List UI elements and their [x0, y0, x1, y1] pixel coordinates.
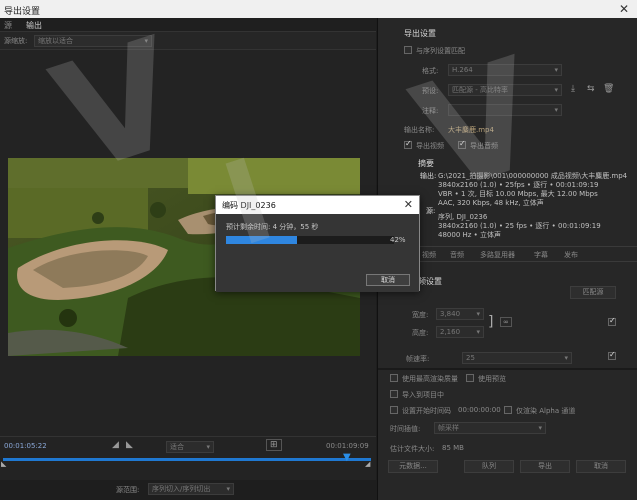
export-button[interactable]: 导出 [520, 460, 570, 473]
summary-source-label: 源: [426, 207, 436, 215]
window-titlebar: 导出设置 ✕ [0, 0, 637, 18]
tab-audio[interactable]: 音频 [450, 250, 464, 260]
progress-percent: 42% [390, 236, 406, 244]
width-match-checkbox[interactable] [608, 316, 616, 326]
tab-output[interactable]: 输出 [26, 20, 42, 31]
use-preview-checkbox[interactable] [466, 374, 474, 382]
max-render-label: 使用最高渲染质量 [402, 375, 458, 383]
export-video-checkbox[interactable] [404, 139, 412, 149]
tab-source[interactable]: 源 [4, 20, 12, 31]
max-render-checkbox[interactable] [390, 374, 398, 382]
filesize-label: 估计文件大小: [390, 445, 435, 453]
width-label: 宽度: [412, 311, 429, 319]
tab-captions[interactable]: 字幕 [534, 250, 548, 260]
set-start-timecode-label: 设置开始时间码 [402, 407, 451, 415]
start-timecode-value[interactable]: 00:00:00:00 [458, 406, 501, 414]
framerate-dropdown[interactable]: 25 [462, 352, 572, 364]
set-start-timecode-checkbox[interactable] [390, 406, 398, 414]
aspect-icon[interactable]: ⊞ [266, 439, 282, 451]
height-input[interactable]: 2,160 [436, 326, 484, 338]
timeline-controls: 00:01:05:22 ◢ ◣ 适合 ⊞ 00:01:09:09 [0, 436, 376, 456]
height-label: 高度: [412, 329, 429, 337]
framerate-label: 帧速率: [406, 355, 430, 363]
out-marker-icon[interactable]: ◢ [365, 460, 370, 468]
metadata-button[interactable]: 元数据... [388, 460, 438, 473]
dialog-close-icon[interactable]: ✕ [404, 198, 413, 211]
render-alpha-checkbox[interactable] [504, 406, 512, 414]
window-title: 导出设置 [4, 7, 41, 17]
in-marker-icon[interactable]: ◣ [1, 460, 6, 468]
timecode-current: 00:01:05:22 [4, 442, 47, 450]
playhead-icon[interactable]: ▼ [343, 452, 351, 463]
import-project-checkbox[interactable] [390, 390, 398, 398]
timecode-end: 00:01:09:09 [326, 442, 369, 450]
window-close-icon[interactable]: ✕ [619, 2, 629, 16]
source-range-dropdown[interactable]: 序列切入/序列切出 [148, 483, 234, 495]
source-range-row: 源范围: 序列切入/序列切出 [0, 480, 376, 500]
import-preset-icon[interactable]: ⇆ [587, 84, 595, 94]
queue-button[interactable]: 队列 [464, 460, 514, 473]
match-sequence-checkbox[interactable] [404, 46, 412, 54]
cancel-button[interactable]: 取消 [576, 460, 626, 473]
framerate-match-checkbox[interactable] [608, 350, 616, 360]
link-bracket-icon: ] [488, 314, 494, 330]
tab-publish[interactable]: 发布 [564, 250, 578, 260]
chain-link-icon[interactable]: ∞ [500, 317, 512, 327]
source-range-label: 源范围: [116, 486, 140, 494]
source-scale-label: 源缩放: [4, 37, 28, 45]
delete-preset-icon[interactable]: 🗑 [603, 84, 614, 94]
timeline-range [3, 458, 371, 461]
import-project-label: 导入到项目中 [402, 391, 444, 399]
set-in-icon[interactable]: ◢ [112, 440, 119, 450]
divider [378, 368, 637, 370]
match-source-button[interactable]: 匹配源 [570, 286, 616, 299]
render-alpha-label: 仅渲染 Alpha 通道 [516, 407, 576, 415]
filesize-value: 85 MB [442, 444, 464, 452]
use-preview-label: 使用预览 [478, 375, 506, 383]
export-settings-heading: 导出设置 [404, 29, 436, 38]
tab-video[interactable]: 视频 [422, 250, 436, 260]
tab-multiplexer[interactable]: 多路复用器 [480, 250, 515, 260]
save-preset-icon[interactable]: ⤓ [571, 84, 575, 94]
timeline-scrubber[interactable]: ▼ ◣ ◢ [1, 452, 371, 478]
dialog-cancel-button[interactable]: 取消 [366, 274, 410, 286]
width-input[interactable]: 3,840 [436, 308, 484, 320]
fit-dropdown[interactable]: 适合 [166, 441, 214, 453]
summary-source-line: 48000 Hz • 立体声 [438, 231, 502, 239]
time-interpolation-dropdown[interactable]: 帧采样 [434, 422, 546, 434]
source-output-tabs: 源 输出 [0, 18, 376, 32]
set-out-icon[interactable]: ◣ [126, 440, 133, 450]
time-interpolation-label: 时间插值: [390, 425, 421, 433]
